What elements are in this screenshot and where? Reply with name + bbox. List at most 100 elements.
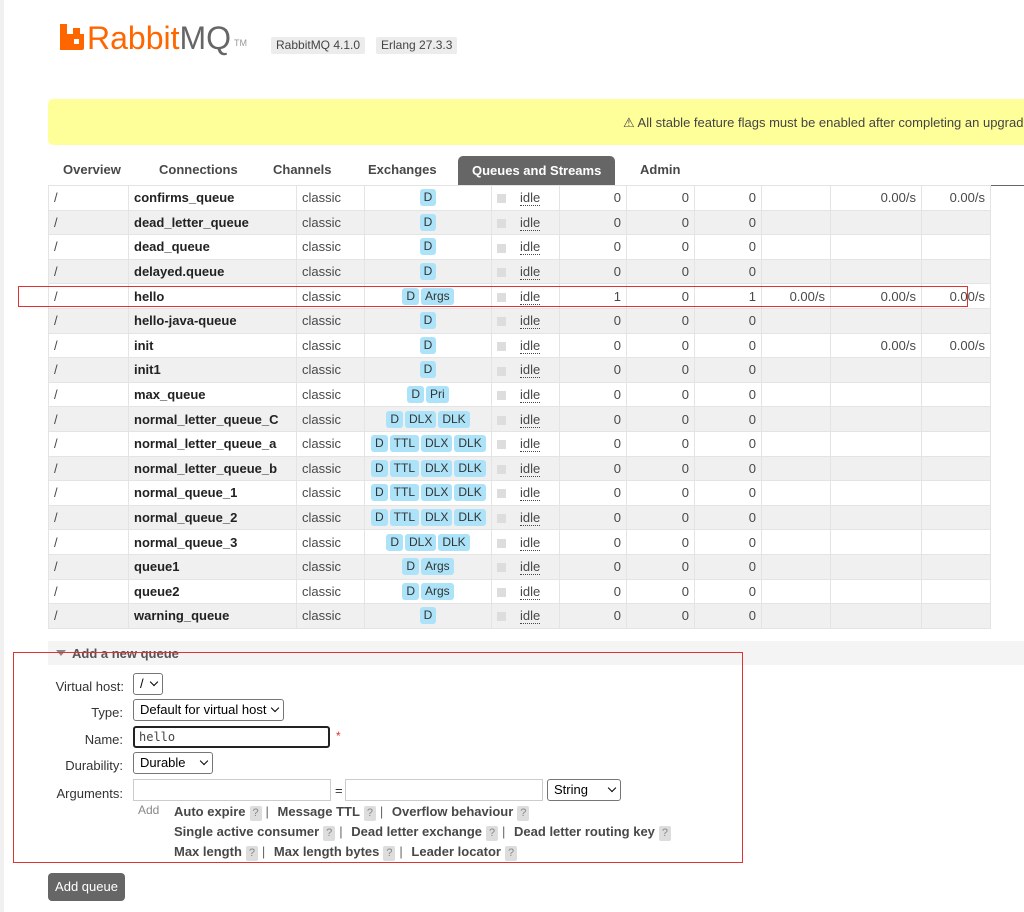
table-row[interactable]: / normal_queue_1 classic D TTL DLX DLK idle 0 0 0 (48, 480, 991, 506)
cell-ack: 0.00/s (921, 332, 991, 359)
cell-name[interactable]: dead_letter_queue (128, 209, 297, 236)
cell-name[interactable]: delayed.queue (128, 258, 297, 285)
cell-deliver (830, 504, 922, 531)
cell-ack (921, 578, 991, 605)
table-row[interactable]: / max_queue classic D Pri idle 0 0 0 (48, 381, 991, 408)
cell-unacked: 0 (626, 504, 695, 531)
cell-deliver (830, 578, 922, 605)
cell-name[interactable]: init1 (128, 357, 297, 383)
cell-total: 0 (694, 209, 762, 236)
cell-name[interactable]: warning_queue (128, 603, 297, 629)
add-queue-button[interactable]: Add queue (48, 873, 125, 901)
cell-name[interactable]: queue1 (128, 553, 297, 580)
state-text: idle (520, 190, 541, 207)
cell-name[interactable]: max_queue (128, 381, 297, 408)
cell-vhost: / (48, 258, 129, 285)
cell-name[interactable]: queue2 (128, 578, 297, 605)
cell-total: 0 (694, 185, 762, 211)
cell-deliver (830, 553, 922, 580)
cell-ready: 0 (559, 209, 627, 236)
table-row[interactable]: / normal_queue_2 classic D TTL DLX DLK idle 0 0 0 (48, 504, 991, 531)
cell-incoming (761, 307, 831, 334)
tab-exchanges[interactable]: Exchanges (368, 162, 437, 177)
table-row[interactable]: / warning_queue classic Didle 0 0 0 (48, 603, 991, 629)
cell-vhost: / (48, 578, 129, 605)
tab-admin[interactable]: Admin (640, 162, 680, 177)
table-row[interactable]: / hello-java-queue classic Didle 0 0 0 (48, 307, 991, 334)
cell-type: classic (296, 603, 365, 629)
feature-badge: DLK (454, 459, 486, 477)
cell-name[interactable]: normal_letter_queue_a (128, 430, 297, 457)
cell-state: idle (491, 455, 560, 482)
cell-name[interactable]: normal_queue_2 (128, 504, 297, 531)
tab-overview[interactable]: Overview (63, 162, 121, 177)
table-row[interactable]: / queue2 classic D Args idle 0 0 0 (48, 578, 991, 605)
state-indicator-icon (497, 243, 506, 253)
cell-state: idle (491, 504, 560, 531)
cell-total: 0 (694, 603, 762, 629)
state-text: idle (520, 510, 541, 527)
cell-name[interactable]: normal_letter_queue_C (128, 406, 297, 432)
cell-name[interactable]: confirms_queue (128, 185, 297, 211)
cell-ready: 0 (559, 504, 627, 531)
tab-channels[interactable]: Channels (273, 162, 332, 177)
tab-queues-and-streams[interactable]: Queues and Streams (458, 156, 616, 186)
feature-badge: DLK (454, 509, 486, 527)
cell-total: 0 (694, 578, 762, 605)
state-text: idle (520, 214, 541, 231)
table-row[interactable]: / delayed.queue classic Didle 0 0 0 (48, 258, 991, 285)
cell-name[interactable]: hello-java-queue (128, 307, 297, 334)
cell-type: classic (296, 480, 365, 506)
cell-incoming (761, 406, 831, 432)
cell-features: D (364, 209, 492, 236)
cell-type: classic (296, 209, 365, 236)
table-row[interactable]: / init1 classic Didle 0 0 0 (48, 357, 991, 383)
cell-name[interactable]: normal_queue_1 (128, 480, 297, 506)
cell-vhost: / (48, 234, 129, 260)
cell-incoming (761, 258, 831, 285)
cell-state: idle (491, 430, 560, 457)
tab-connections[interactable]: Connections (159, 162, 238, 177)
cell-name[interactable]: normal_queue_3 (128, 529, 297, 555)
table-row[interactable]: / normal_letter_queue_a classic D TTL DLX DLK i… (48, 430, 991, 457)
cell-type: classic (296, 307, 365, 334)
table-row[interactable]: / dead_letter_queue classic Didle 0 0 0 (48, 209, 991, 236)
cell-unacked: 0 (626, 553, 695, 580)
cell-incoming (761, 578, 831, 605)
feature-badge: D (419, 213, 437, 231)
cell-incoming (761, 480, 831, 506)
cell-vhost: / (48, 603, 129, 629)
cell-deliver (830, 430, 922, 457)
cell-type: classic (296, 529, 365, 555)
table-row[interactable]: / init classic Didle 0 0 0 0.00/s 0.00/s (48, 332, 991, 359)
cell-vhost: / (48, 381, 129, 408)
cell-ready: 0 (559, 381, 627, 408)
state-indicator-icon (497, 366, 506, 376)
state-text: idle (520, 559, 541, 576)
table-row[interactable]: / dead_queue classic Didle 0 0 0 (48, 234, 991, 260)
cell-total: 0 (694, 307, 762, 334)
cell-name[interactable]: dead_queue (128, 234, 297, 260)
table-row[interactable]: / confirms_queue classic Didle 0 0 0 0.00/s 0.00… (48, 185, 991, 211)
cell-vhost: / (48, 553, 129, 580)
cell-name[interactable]: init (128, 332, 297, 359)
cell-ready: 0 (559, 357, 627, 383)
cell-ready: 0 (559, 529, 627, 555)
cell-state: idle (491, 553, 560, 580)
cell-features: D (364, 234, 492, 260)
cell-name[interactable]: normal_letter_queue_b (128, 455, 297, 482)
cell-ready: 0 (559, 406, 627, 432)
rabbitmq-logo[interactable]: RabbitMQ TM (60, 16, 247, 56)
cell-ready: 0 (559, 307, 627, 334)
table-row[interactable]: / normal_letter_queue_C classic D DLX DLK idle… (48, 406, 991, 432)
table-row[interactable]: / normal_queue_3 classic D DLX DLK idle 0 0 0 (48, 529, 991, 555)
cell-ack (921, 504, 991, 531)
cell-state: idle (491, 529, 560, 555)
cell-features: D DLX DLK (364, 406, 492, 432)
table-row[interactable]: / queue1 classic D Args idle 0 0 0 (48, 553, 991, 580)
cell-deliver (830, 406, 922, 432)
table-row[interactable]: / normal_letter_queue_b classic D TTL DLX DLK i… (48, 455, 991, 482)
state-text: idle (520, 387, 541, 404)
cell-vhost: / (48, 307, 129, 334)
cell-deliver (830, 307, 922, 334)
